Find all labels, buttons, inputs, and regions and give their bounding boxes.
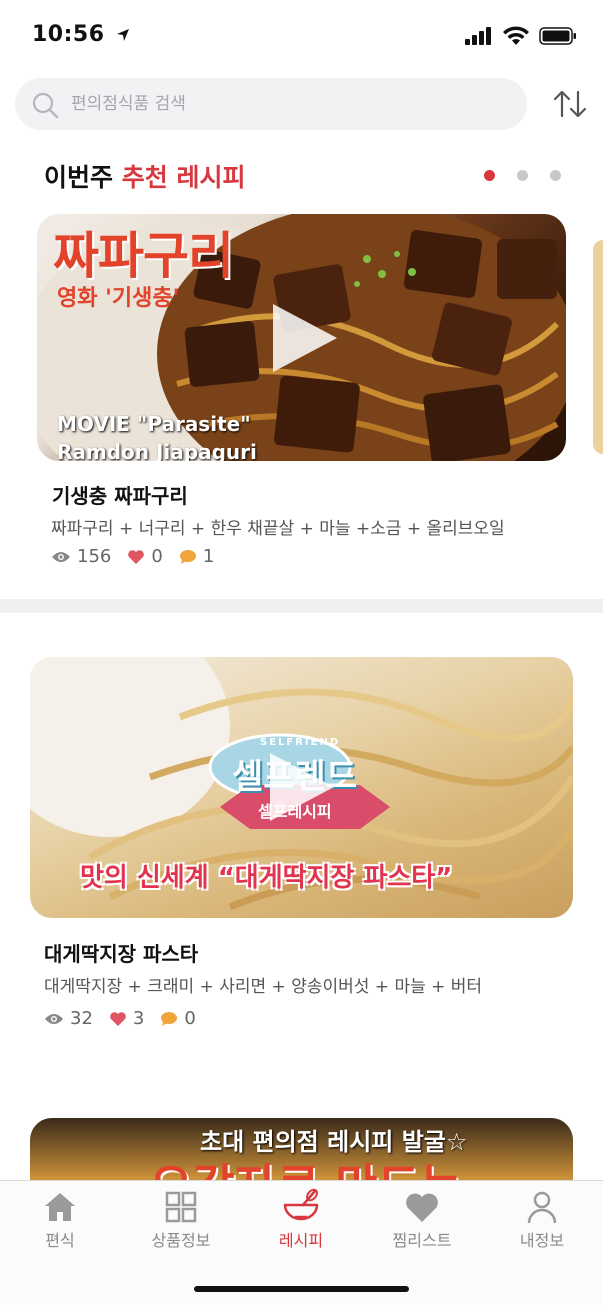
recipe-bowl-icon (283, 1188, 319, 1221)
home-indicator[interactable] (194, 1286, 409, 1292)
status-time: 10:56 (32, 22, 131, 47)
section-title-accent: 추천 레시피 (121, 163, 246, 192)
next-card-peek[interactable] (593, 240, 603, 454)
section-title-prefix: 이번주 (44, 163, 114, 192)
tab-label: 내정보 (519, 1231, 565, 1250)
recipe-stats: 32 3 0 (44, 1008, 212, 1029)
carousel-dot[interactable] (550, 170, 561, 181)
tab-my-info[interactable]: 내정보 (482, 1181, 602, 1261)
likes-count: 3 (132, 1008, 145, 1029)
wifi-icon (503, 26, 529, 45)
location-arrow-icon (116, 29, 129, 41)
recipe-video-thumbnail[interactable]: 짜파구리 영화 '기생충' MOVIE "Parasite" Ramdon Ji… (37, 214, 566, 461)
thumbnail-headline: 짜파구리 (53, 227, 234, 285)
status-time-text: 10:56 (32, 22, 105, 47)
tab-product-info[interactable]: 상품정보 (121, 1181, 241, 1261)
views-count: 156 (77, 546, 112, 567)
carousel-dots[interactable] (484, 170, 561, 181)
views-count: 32 (70, 1008, 93, 1029)
carousel-dot[interactable] (517, 170, 528, 181)
recipe-video-thumbnail[interactable]: SELFRIEND 셀프렌드 셀프레시피 맛의 신세계 “대게딱지장 파스타” (30, 657, 573, 918)
comments-count: 0 (184, 1008, 196, 1029)
cellular-signal-icon (465, 26, 491, 45)
carousel-dot-active[interactable] (484, 170, 495, 181)
likes-stat: 3 (109, 1008, 144, 1029)
eye-icon (52, 551, 70, 562)
heart-icon (128, 549, 145, 564)
tab-recipe[interactable]: 레시피 (241, 1181, 361, 1261)
battery-icon (539, 26, 576, 45)
play-icon[interactable] (269, 300, 341, 376)
search-input[interactable] (71, 78, 511, 130)
thumbnail-caption: 맛의 신세계 “대게딱지장 파스타” (80, 863, 453, 893)
recipe-title[interactable]: 기생충 짜파구리 (52, 480, 188, 509)
likes-stat: 0 (127, 546, 163, 567)
recipe-title[interactable]: 대게딱지장 파스타 (44, 938, 198, 967)
person-icon (527, 1191, 557, 1224)
eye-icon (45, 1013, 63, 1024)
recipe-ingredients: 대게딱지장 + 크래미 + 사리면 + 양송이버섯 + 마늘 + 버터 (44, 977, 483, 997)
tab-home[interactable]: 편식 (0, 1181, 120, 1261)
comment-bubble-icon (179, 549, 196, 564)
comments-stat: 1 (179, 546, 214, 567)
sort-icon[interactable] (552, 88, 588, 120)
home-icon (45, 1193, 75, 1221)
section-title: 이번주 추천 레시피 (44, 158, 245, 194)
heart-icon (110, 1011, 126, 1026)
tab-label: 찜리스트 (392, 1231, 452, 1250)
tab-label: 편식 (45, 1231, 75, 1250)
grid-icon (165, 1191, 197, 1223)
thumbnail-badge-top: SELFRIEND (260, 737, 341, 748)
heart-icon (406, 1193, 438, 1222)
likes-count: 0 (151, 546, 163, 567)
recipe-stats: 156 0 1 (51, 546, 230, 567)
search-icon (32, 92, 59, 119)
comments-count: 1 (202, 546, 215, 567)
search-box[interactable] (15, 78, 527, 130)
views-stat: 156 (51, 546, 111, 567)
recipe-ingredients: 짜파구리 + 너구리 + 한우 채끝살 + 마늘 +소금 + 올리브오일 (51, 519, 505, 539)
status-bar: 10:56 (0, 0, 603, 70)
tab-label: 레시피 (278, 1231, 324, 1250)
tab-wishlist[interactable]: 찜리스트 (362, 1181, 482, 1261)
tab-label: 상품정보 (151, 1231, 211, 1250)
status-icons (465, 26, 577, 45)
comments-stat: 0 (160, 1008, 196, 1029)
play-icon[interactable] (266, 749, 338, 825)
comment-bubble-icon (161, 1011, 178, 1026)
thumbnail-caption-2: Ramdon Jiapaguri (57, 440, 257, 461)
thumbnail-subtitle: 영화 '기생충' (57, 286, 180, 311)
thumbnail-caption-1: MOVIE "Parasite" (57, 412, 251, 436)
search-row (15, 78, 588, 130)
section-divider (0, 599, 603, 613)
views-stat: 32 (44, 1008, 93, 1029)
